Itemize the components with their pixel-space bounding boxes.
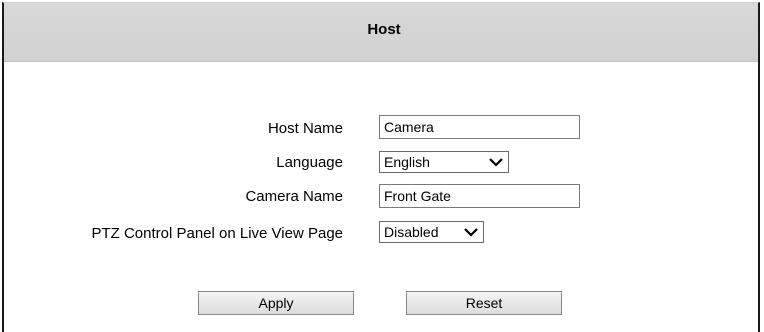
ptz-panel-select[interactable]: Disabled bbox=[379, 221, 484, 243]
apply-button[interactable]: Apply bbox=[198, 291, 354, 315]
chevron-down-icon bbox=[464, 228, 478, 237]
panel-title: Host bbox=[367, 20, 401, 38]
ptz-panel-label: PTZ Control Panel on Live View Page bbox=[91, 225, 343, 242]
panel-header: Host bbox=[4, 3, 758, 62]
camera-name-input[interactable] bbox=[379, 184, 580, 208]
host-name-label: Host Name bbox=[267, 120, 343, 137]
host-name-input[interactable] bbox=[379, 115, 580, 139]
chevron-down-icon bbox=[489, 158, 503, 167]
language-label: Language bbox=[276, 154, 343, 171]
ptz-panel-selected-value: Disabled bbox=[384, 224, 439, 240]
language-selected-value: English bbox=[384, 154, 430, 170]
host-settings-panel: Host Host Name Language English Camera N… bbox=[2, 2, 760, 332]
language-select[interactable]: English bbox=[379, 151, 509, 173]
reset-button[interactable]: Reset bbox=[406, 291, 562, 315]
camera-name-label: Camera Name bbox=[245, 188, 343, 205]
